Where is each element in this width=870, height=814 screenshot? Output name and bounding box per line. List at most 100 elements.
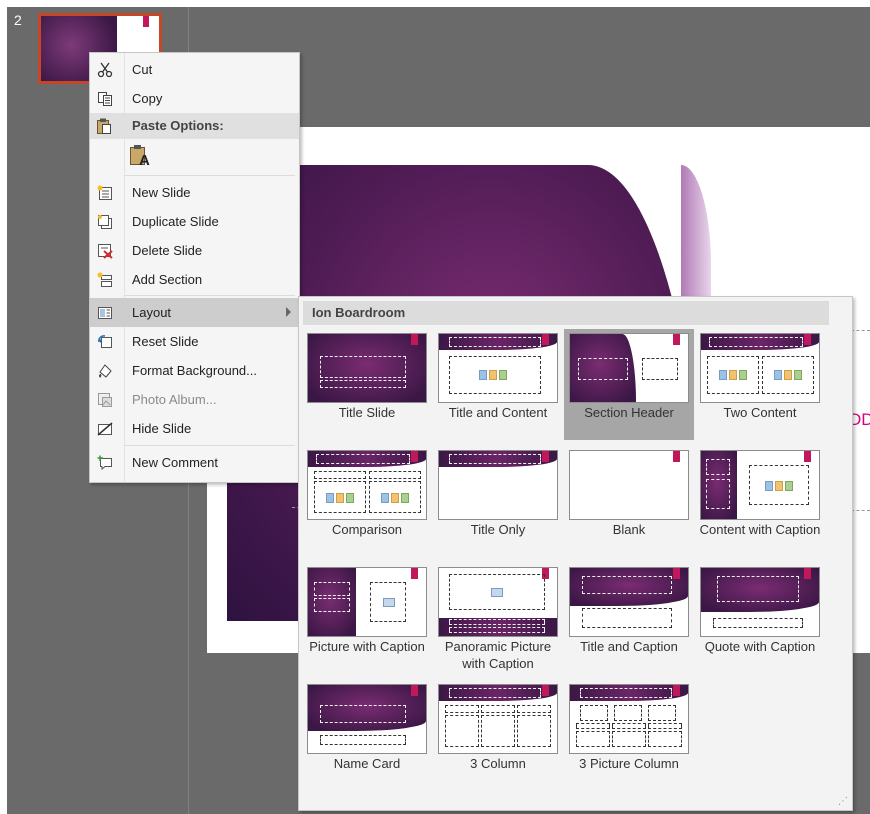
caption-placeholder [582,608,672,628]
text-placeholder [642,358,678,380]
column-heading-placeholder [648,723,682,729]
menu-item-hide-slide[interactable]: Hide Slide [90,414,299,443]
right-heading-placeholder [369,471,421,479]
layout-blank[interactable]: Blank [564,446,694,557]
menu-item-reset-slide[interactable]: Reset Slide [90,327,299,356]
layout-name-card[interactable]: Name Card [302,680,432,791]
picture-placeholder [580,705,608,721]
layout-title-slide[interactable]: Title Slide [302,329,432,440]
layout-3-picture-column[interactable]: 3 Picture Column [564,680,694,791]
menu-separator [124,295,295,296]
menu-item-format-background[interactable]: Format Background... [90,356,299,385]
caption-placeholder [706,479,730,509]
menu-item-label: Format Background... [132,363,257,378]
paste-icon [96,117,113,134]
paste-keep-text-only-button[interactable]: A [128,143,154,171]
menu-item-label: Copy [132,91,163,106]
resize-grip-icon[interactable]: ⋰ [838,796,848,807]
menu-item-add-section[interactable]: Add Section [90,265,299,294]
layout-label: Panoramic Picture with Caption [444,639,552,671]
title-placeholder [709,337,803,347]
menu-item-layout[interactable]: Layout [90,298,299,327]
layout-thumbnail [438,333,558,403]
column-content-placeholder [576,731,610,747]
title-placeholder [580,688,672,698]
layout-label: Quote with Caption [704,639,816,654]
column-heading-placeholder [517,705,551,713]
title-placeholder [314,582,350,596]
layout-label: Content with Caption [699,522,821,537]
menu-item-label: Photo Album... [132,392,217,407]
layout-thumbnail-accent [411,568,418,579]
layout-label: 3 Picture Column [579,756,679,771]
add-section-icon [96,271,113,288]
menu-item-new-slide[interactable]: New Slide [90,178,299,207]
menu-item-delete-slide[interactable]: Delete Slide [90,236,299,265]
picture-placeholder [614,705,642,721]
context-menu: Cut Copy Paste Options: A New Slide Dupl… [89,52,300,483]
layout-thumbnail [569,333,689,403]
picture-placeholder [648,705,676,721]
layout-thumbnail [569,684,689,754]
paste-options-label: Paste Options: [132,118,224,133]
column-heading-placeholder [445,705,479,713]
layout-thumbnail-accent [542,685,549,696]
menu-item-duplicate-slide[interactable]: Duplicate Slide [90,207,299,236]
photo-album-icon [96,391,113,408]
menu-item-copy[interactable]: Copy [90,84,299,113]
layout-thumbnail-accent [411,451,418,462]
layout-thumbnail [307,450,427,520]
placeholder-border [851,510,870,511]
layout-thumbnail-accent [804,568,811,579]
layout-title-and-content[interactable]: Title and Content [433,329,563,440]
layout-thumbnail-accent [673,334,680,345]
layout-title-only[interactable]: Title Only [433,446,563,557]
layout-thumbnail-accent [673,685,680,696]
menu-item-label: Cut [132,62,153,77]
menu-item-photo-album[interactable]: Photo Album... [90,385,299,414]
paste-keep-text-glyph: A [139,152,150,169]
title-placeholder [320,705,406,723]
layout-thumbnail [438,450,558,520]
layout-thumbnail-accent [673,568,680,579]
layout-thumbnail [438,567,558,637]
layout-thumbnail-accent [542,334,549,345]
submenu-arrow-icon [286,307,291,317]
title-placeholder [578,358,628,380]
content-icons [326,493,356,503]
layout-panoramic-picture-with-caption[interactable]: Panoramic Picture with Caption [433,563,563,674]
content-icons [765,481,795,491]
quote-placeholder [717,576,799,602]
layout-thumbnail [700,567,820,637]
copy-icon [96,90,113,107]
layout-section-header[interactable]: Section Header [564,329,694,440]
layout-picture-with-caption[interactable]: Picture with Caption [302,563,432,674]
picture-icon [383,598,395,607]
layout-3-column[interactable]: 3 Column [433,680,563,791]
theme-name: Ion Boardroom [312,305,406,320]
menu-separator [124,445,295,446]
menu-item-cut[interactable]: Cut [90,55,299,84]
layout-comparison[interactable]: Comparison [302,446,432,557]
layout-content-with-caption[interactable]: Content with Caption [695,446,825,557]
layout-title-and-caption[interactable]: Title and Caption [564,563,694,674]
menu-item-label: Layout [132,305,172,320]
layout-label: Title Only [470,522,526,537]
column-content-placeholder [445,715,479,747]
paste-options-header: Paste Options: [90,113,299,139]
title-placeholder [316,454,410,464]
layout-quote-with-caption[interactable]: Quote with Caption [695,563,825,674]
menu-item-new-comment[interactable]: New Comment [90,448,299,477]
layout-thumbnail [307,567,427,637]
layout-icon [96,304,113,321]
format-background-icon [96,362,113,379]
menu-item-label: New Comment [132,455,218,470]
title-placeholder [449,688,541,698]
content-icons [381,493,411,503]
title-placeholder [706,459,730,475]
column-content-placeholder [648,731,682,747]
layout-two-content[interactable]: Two Content [695,329,825,440]
thumbnail-accent [143,16,149,27]
hide-slide-icon [96,420,113,437]
caption-placeholder [449,627,545,633]
